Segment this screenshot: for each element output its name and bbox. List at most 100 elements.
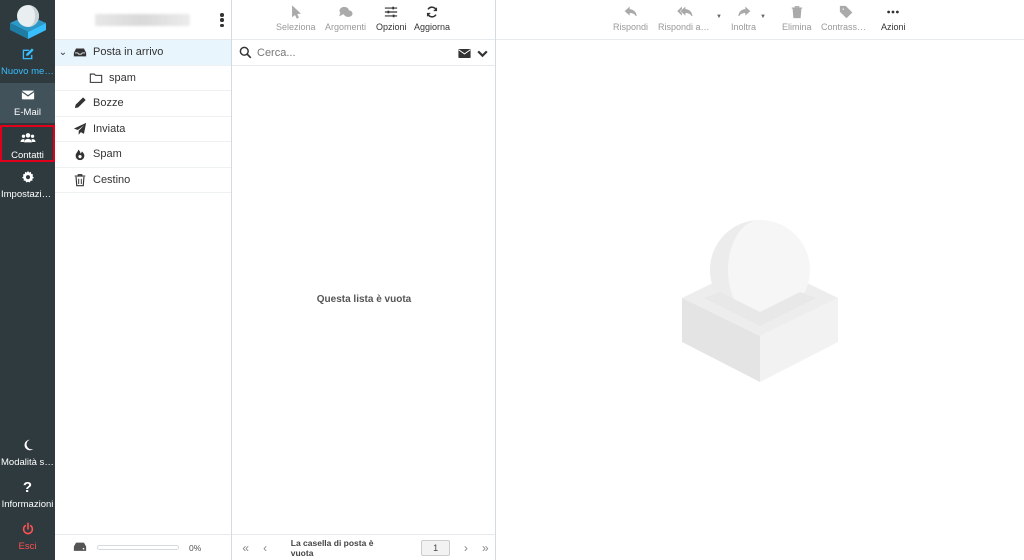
mail-button[interactable]: E-Mail bbox=[0, 83, 55, 123]
folder-label: Posta in arrivo bbox=[93, 46, 164, 59]
reply-label: Rispondi bbox=[613, 22, 649, 32]
forward-button[interactable]: Inoltra bbox=[731, 5, 756, 32]
folder-label: Cestino bbox=[93, 173, 131, 186]
envelope-filter-icon[interactable] bbox=[451, 47, 471, 63]
threads-button[interactable]: Argomenti bbox=[325, 5, 366, 32]
refresh-icon bbox=[414, 5, 450, 22]
list-toolbar: Seleziona Argomenti Opzioni Aggiorna bbox=[232, 0, 495, 40]
trash-icon bbox=[71, 173, 89, 187]
first-page-icon[interactable]: « bbox=[236, 541, 255, 555]
mailbox-status: La casella di posta è vuota bbox=[290, 537, 374, 558]
cursor-icon bbox=[276, 5, 316, 22]
last-page-icon[interactable]: » bbox=[476, 541, 495, 555]
reply-all-icon bbox=[658, 5, 712, 22]
paper-plane-icon bbox=[71, 122, 89, 136]
hard-drive-icon bbox=[73, 541, 87, 554]
pencil-icon bbox=[71, 96, 89, 110]
quota-footer: 0% bbox=[55, 534, 231, 560]
compose-label: Nuovo messaggio bbox=[1, 66, 55, 77]
folder-item-spam-sub[interactable]: spam bbox=[55, 66, 231, 91]
mark-button[interactable]: Contrassegna bbox=[821, 5, 871, 32]
logout-button[interactable]: Esci bbox=[0, 522, 55, 558]
logout-label: Esci bbox=[18, 541, 37, 552]
folder-item-junk[interactable]: Spam bbox=[55, 142, 231, 168]
dark-mode-button[interactable]: Modalità scura bbox=[0, 438, 55, 478]
folder-label: Inviata bbox=[93, 122, 126, 135]
inbox-icon bbox=[71, 45, 89, 59]
contacts-button[interactable]: Contatti bbox=[0, 125, 55, 162]
page-number-input[interactable]: 1 bbox=[421, 539, 451, 556]
empty-list-message: Questa lista è vuota bbox=[316, 294, 412, 305]
folder-label: spam bbox=[109, 71, 136, 84]
options-button[interactable]: Opzioni bbox=[376, 5, 407, 32]
tag-icon bbox=[821, 5, 871, 22]
comments-icon bbox=[325, 5, 366, 22]
roundcube-logo[interactable] bbox=[8, 3, 48, 39]
reply-all-button[interactable]: Rispondi a tutti bbox=[658, 5, 712, 32]
reply-icon bbox=[613, 5, 648, 22]
users-icon bbox=[2, 131, 53, 147]
folder-menu-icon[interactable] bbox=[219, 11, 225, 29]
reply-all-label: Rispondi a tutti bbox=[658, 22, 712, 32]
threads-label: Argomenti bbox=[325, 22, 367, 32]
about-button[interactable]: ? Informazioni bbox=[0, 480, 55, 518]
question-icon: ? bbox=[22, 479, 33, 496]
gear-icon bbox=[0, 170, 55, 186]
mark-label: Contrassegna bbox=[821, 22, 871, 32]
chevron-down-icon[interactable] bbox=[469, 47, 489, 63]
moon-icon bbox=[0, 438, 55, 454]
account-header bbox=[55, 0, 231, 40]
select-label: Seleziona bbox=[276, 22, 316, 32]
folder-label: Spam bbox=[93, 148, 122, 161]
folder-item-drafts[interactable]: Bozze bbox=[55, 91, 231, 117]
reply-all-dropdown-icon[interactable]: ▼ bbox=[716, 14, 722, 20]
search-icon[interactable] bbox=[239, 46, 252, 59]
previous-page-icon[interactable]: ‹ bbox=[255, 541, 274, 555]
settings-button[interactable]: Impostazioni bbox=[0, 166, 55, 206]
folder-item-inbox[interactable]: ⌄ Posta in arrivo bbox=[55, 40, 231, 66]
search-input[interactable] bbox=[257, 46, 437, 59]
folder-icon bbox=[87, 71, 105, 85]
next-page-icon[interactable]: › bbox=[456, 541, 475, 555]
about-label: Informazioni bbox=[1, 499, 54, 510]
select-button[interactable]: Seleziona bbox=[276, 5, 316, 32]
folder-item-trash[interactable]: Cestino bbox=[55, 168, 231, 193]
forward-dropdown-icon[interactable]: ▼ bbox=[760, 14, 766, 20]
chevron-down-icon[interactable]: ⌄ bbox=[55, 47, 71, 58]
quota-label: 0% bbox=[189, 542, 202, 553]
delete-label: Elimina bbox=[782, 22, 812, 32]
list-footer: « ‹ La casella di posta è vuota 1 › » bbox=[232, 534, 495, 560]
compose-button[interactable]: Nuovo messaggio bbox=[0, 42, 55, 82]
actions-button[interactable]: Azioni bbox=[881, 5, 906, 32]
quota-bar bbox=[97, 545, 179, 550]
sliders-icon bbox=[376, 5, 407, 22]
power-icon bbox=[0, 522, 55, 538]
reply-button[interactable]: Rispondi bbox=[613, 5, 648, 32]
delete-button[interactable]: Elimina bbox=[782, 5, 812, 32]
dark-mode-label: Modalità scura bbox=[1, 457, 55, 468]
message-toolbar: Rispondi Rispondi a tutti ▼ Inoltra ▼ El… bbox=[496, 0, 1024, 40]
ellipsis-icon bbox=[881, 5, 906, 22]
account-name-redacted bbox=[95, 14, 190, 26]
compose-icon bbox=[0, 47, 55, 63]
message-list-pane: Seleziona Argomenti Opzioni Aggiorna Cer… bbox=[232, 0, 496, 560]
settings-label: Impostazioni bbox=[1, 189, 55, 200]
trash-icon bbox=[782, 5, 812, 22]
folder-label: Bozze bbox=[93, 97, 124, 110]
forward-label: Inoltra bbox=[731, 22, 757, 32]
mail-label: E-Mail bbox=[14, 107, 41, 118]
watermark-logo bbox=[680, 218, 840, 382]
envelope-icon bbox=[0, 88, 55, 104]
folder-pane: ⌄ Posta in arrivo spam Bozze Inviata Spa… bbox=[55, 0, 232, 560]
fire-icon bbox=[71, 147, 89, 161]
options-label: Opzioni bbox=[376, 22, 407, 32]
main-navigation: Nuovo messaggio E-Mail Contatti Impostaz… bbox=[0, 0, 55, 560]
search-bar bbox=[232, 40, 495, 66]
refresh-button[interactable]: Aggiorna bbox=[414, 5, 450, 32]
folder-item-sent[interactable]: Inviata bbox=[55, 117, 231, 142]
refresh-label: Aggiorna bbox=[414, 22, 451, 32]
contacts-label: Contatti bbox=[11, 150, 44, 161]
actions-label: Azioni bbox=[881, 22, 906, 32]
forward-icon bbox=[731, 5, 756, 22]
preview-pane: Rispondi Rispondi a tutti ▼ Inoltra ▼ El… bbox=[496, 0, 1024, 560]
